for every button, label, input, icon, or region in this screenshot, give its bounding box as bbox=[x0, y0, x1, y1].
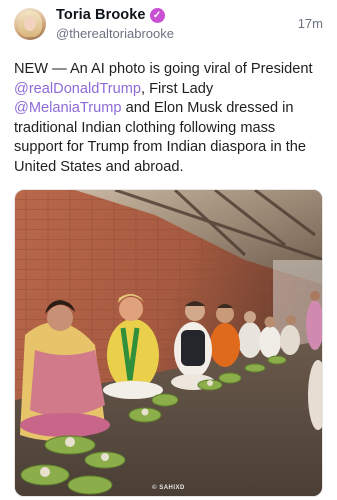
ai-photo-illustration bbox=[15, 189, 322, 496]
avatar[interactable] bbox=[14, 8, 46, 40]
post-text: NEW — An AI photo is going viral of Pres… bbox=[14, 60, 323, 178]
name-row: Toria Brooke ✓ bbox=[56, 7, 174, 23]
mention-link[interactable]: @MelaniaTrump bbox=[14, 100, 122, 116]
post-timestamp[interactable]: 17m bbox=[298, 16, 323, 31]
post-text-part: , First Lady bbox=[141, 80, 214, 97]
post-header: Toria Brooke ✓ @therealtoriabrooke 17m bbox=[14, 6, 323, 48]
post-image[interactable]: © SAHIXD bbox=[14, 188, 323, 497]
image-watermark: © SAHIXD bbox=[152, 484, 185, 491]
author-display-name[interactable]: Toria Brooke bbox=[56, 7, 146, 23]
author-handle[interactable]: @therealtoriabrooke bbox=[56, 26, 174, 41]
post-card[interactable]: Toria Brooke ✓ @therealtoriabrooke 17m N… bbox=[0, 0, 337, 500]
avatar-face bbox=[24, 16, 36, 31]
post-text-part: NEW — An AI photo is going viral of Pres… bbox=[14, 61, 313, 77]
verified-badge-icon: ✓ bbox=[149, 7, 165, 23]
author-identity: Toria Brooke ✓ @therealtoriabrooke bbox=[56, 7, 174, 41]
mention-link[interactable]: @realDonaldTrump bbox=[14, 81, 141, 97]
